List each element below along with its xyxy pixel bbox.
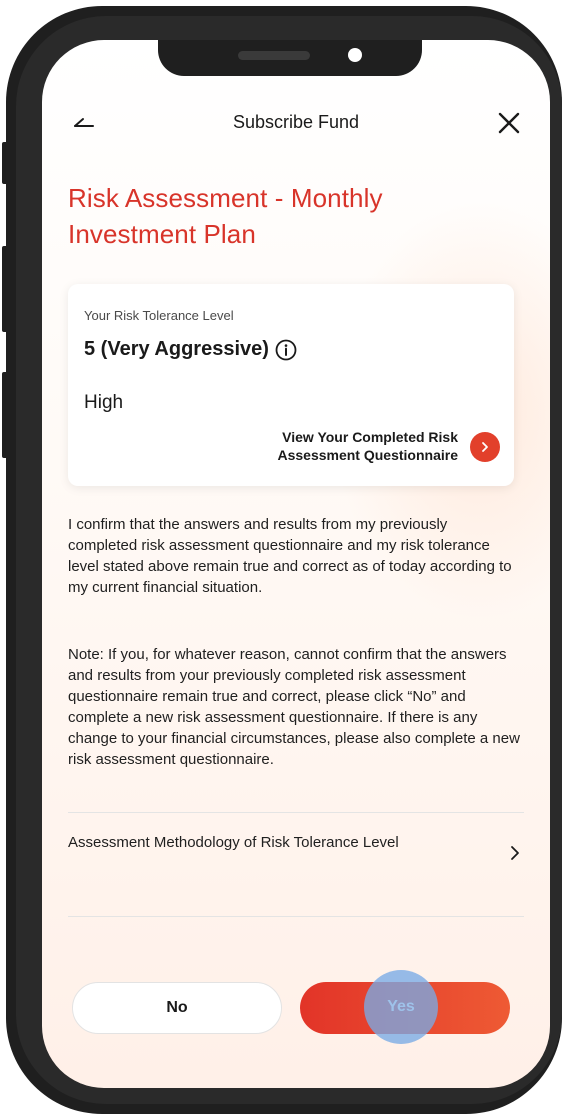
page-title: Risk Assessment - Monthly Investment Pla… xyxy=(68,183,383,249)
chevron-right-icon xyxy=(511,846,519,860)
speaker-grille xyxy=(238,51,310,60)
risk-tolerance-card: Your Risk Tolerance Level 5 (Very Aggres… xyxy=(68,284,514,486)
risk-tolerance-level: 5 (Very Aggressive) xyxy=(84,338,297,361)
header-title: Subscribe Fund xyxy=(232,112,360,132)
yes-button[interactable] xyxy=(300,982,510,1034)
risk-tolerance-label: Your Risk Tolerance Level xyxy=(84,308,234,323)
view-questionnaire-link[interactable]: View Your Completed Risk Assessment Ques… xyxy=(218,428,458,464)
device-frame-stage: Subscribe Fund Risk Assessment - Monthly… xyxy=(0,0,562,1118)
phone-notch xyxy=(158,40,422,76)
view-questionnaire-button[interactable] xyxy=(470,432,500,462)
no-button[interactable]: No xyxy=(72,982,282,1034)
confirmation-statement: I confirm that the answers and results f… xyxy=(68,516,512,596)
chevron-right-icon xyxy=(482,442,488,452)
app-screen: Subscribe Fund Risk Assessment - Monthly… xyxy=(42,40,550,1088)
divider xyxy=(68,916,524,917)
info-icon[interactable] xyxy=(275,339,297,361)
assessment-methodology-row[interactable]: Assessment Methodology of Risk Tolerance… xyxy=(68,812,524,916)
risk-rating-value: High xyxy=(84,392,124,413)
front-camera xyxy=(348,48,362,62)
assessment-methodology-label: Assessment Methodology of Risk Tolerance… xyxy=(68,834,399,851)
close-icon[interactable] xyxy=(492,106,526,140)
top-navigation-bar: Subscribe Fund xyxy=(42,100,550,144)
risk-tolerance-level-text: 5 (Very Aggressive) xyxy=(84,338,269,360)
confirmation-note: Note: If you, for whatever reason, canno… xyxy=(68,646,520,768)
